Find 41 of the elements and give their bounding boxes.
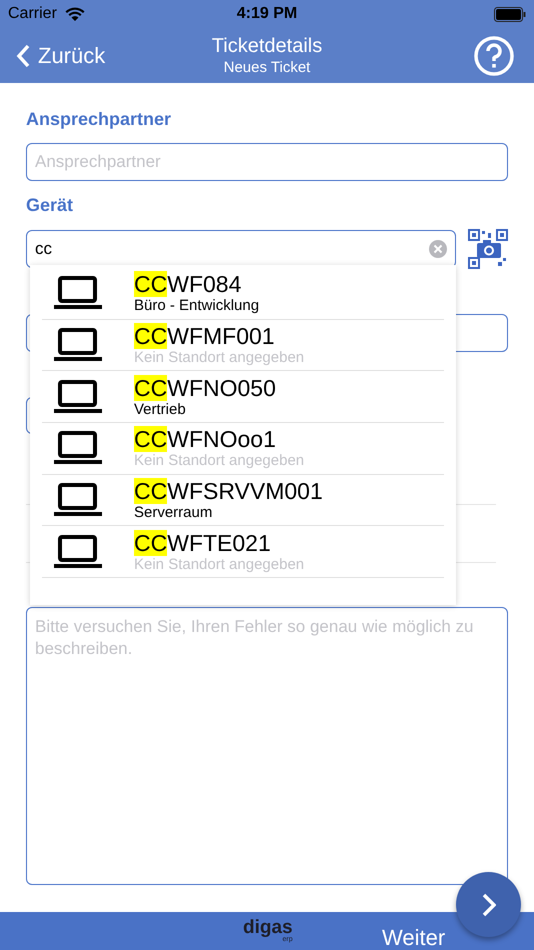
- laptop-icon: [54, 534, 102, 569]
- chevron-left-icon: [16, 44, 30, 68]
- device-name: CCWFTE021: [134, 530, 272, 556]
- chevron-right-icon: [482, 892, 496, 916]
- device-location: Vertrieb: [134, 400, 187, 419]
- device-location: Büro - Entwicklung: [134, 297, 260, 316]
- device-name: CCWFMF001: [134, 323, 276, 350]
- device-location: Kein Standort angegeben: [134, 349, 304, 368]
- qr-camera-icon[interactable]: [468, 229, 508, 269]
- next-button[interactable]: Weiter: [382, 921, 446, 950]
- laptop-icon: [54, 483, 102, 518]
- suggestion-item[interactable]: CCWFNO050 Vertrieb: [42, 371, 444, 424]
- laptop-icon: [54, 431, 102, 466]
- laptop-icon: [54, 380, 102, 414]
- device-name: CCWF084: [134, 271, 242, 298]
- suggestion-item[interactable]: CCWF084 Büro - Entwicklung: [42, 268, 444, 320]
- suggestion-item[interactable]: CCWFNOoo1 Kein Standort angegeben: [42, 423, 444, 475]
- next-round-button[interactable]: [456, 872, 521, 937]
- wifi-icon: [64, 6, 85, 22]
- back-button[interactable]: Zurück: [16, 39, 106, 72]
- carrier-label: Carrier: [8, 4, 57, 24]
- contact-field[interactable]: Ansprechpartner: [26, 143, 508, 181]
- laptop-icon: [54, 328, 102, 362]
- device-location: Kein Standort angegeben: [134, 556, 304, 574]
- suggestion-item[interactable]: CCWFSRVVM001 Serverraum: [42, 474, 444, 526]
- device-location: Serverraum: [134, 504, 214, 522]
- suggestion-item[interactable]: CCWFTE021 Kein Standort angegeben: [42, 526, 444, 578]
- device-label: Gerät: [26, 194, 74, 217]
- device-name: CCWFSRVVM001: [134, 478, 323, 504]
- contact-label: Ansprechpartner: [26, 108, 172, 131]
- screen-title: Ticketdetails: [212, 34, 322, 58]
- help-icon[interactable]: [474, 36, 514, 76]
- device-name: CCWFNOoo1: [134, 426, 277, 452]
- device-location: Kein Standort angegeben: [134, 452, 304, 470]
- screen-subtitle: Neues Ticket: [224, 58, 310, 78]
- device-name: CCWFNO050: [134, 374, 276, 401]
- description-field[interactable]: Bitte versuchen Sie, Ihren Fehler so genau wie möglich zu beschreiben.: [26, 607, 508, 885]
- laptop-icon: [54, 276, 102, 310]
- clock: 4:19 PM: [236, 4, 298, 24]
- battery-icon: [494, 6, 526, 22]
- suggestion-item[interactable]: CCWFMF001 Kein Standort angegeben: [42, 320, 444, 372]
